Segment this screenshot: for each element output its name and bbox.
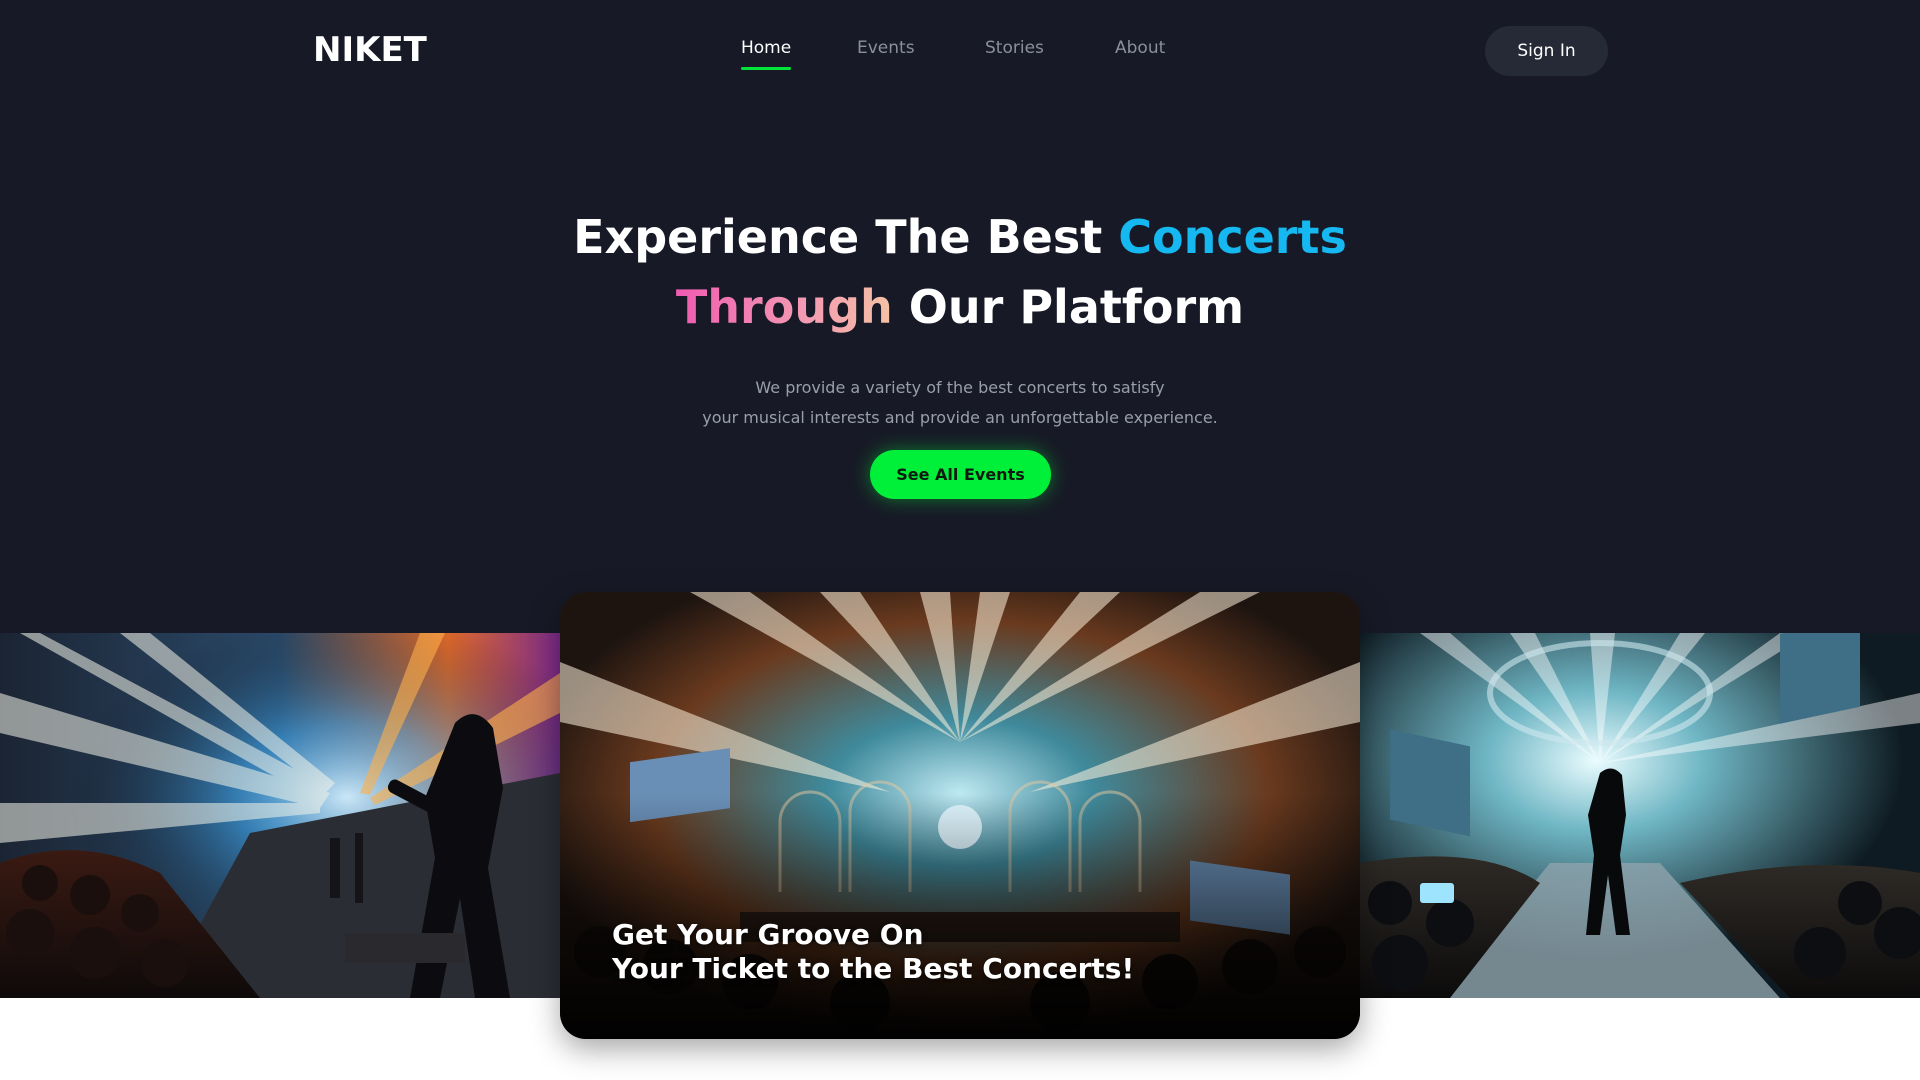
sign-in-button[interactable]: Sign In [1485, 26, 1608, 76]
nav-item-about[interactable]: About [1115, 38, 1165, 58]
nav-item-label: Home [741, 38, 792, 58]
caption-line-2: Your Ticket to the Best Concerts! [612, 952, 1135, 985]
headline-accent-concerts: Concerts [1118, 210, 1347, 264]
hero-subtitle-line-2: your musical interests and provide an un… [702, 408, 1218, 427]
headline-text: Experience The Best [573, 210, 1119, 264]
hero-subtitle-line-1: We provide a variety of the best concert… [755, 378, 1165, 397]
headline-text: Our Platform [892, 280, 1245, 334]
featured-card-caption: Get Your Groove On Your Ticket to the Be… [612, 918, 1134, 986]
caption-line-1: Get Your Groove On [612, 918, 924, 951]
nav-item-label: Events [857, 38, 915, 58]
concert-image-left [0, 633, 560, 998]
nav-item-home[interactable]: Home [741, 38, 792, 70]
hero-headline-line-2: Through Our Platform [0, 272, 1920, 342]
nav-item-stories[interactable]: Stories [985, 38, 1044, 58]
nav-item-events[interactable]: Events [857, 38, 915, 58]
headline-accent-through: Through [675, 280, 893, 334]
featured-concert-card[interactable]: Get Your Groove On Your Ticket to the Be… [560, 592, 1360, 1039]
active-nav-indicator [741, 67, 792, 70]
hero-headline-line-1: Experience The Best Concerts [0, 202, 1920, 272]
nav-item-label: About [1115, 38, 1166, 58]
brand-logo[interactable]: NIKET [313, 30, 427, 70]
see-all-events-button[interactable]: See All Events [870, 450, 1051, 499]
concert-image-right [1360, 633, 1920, 998]
nav-item-label: Stories [985, 38, 1044, 58]
